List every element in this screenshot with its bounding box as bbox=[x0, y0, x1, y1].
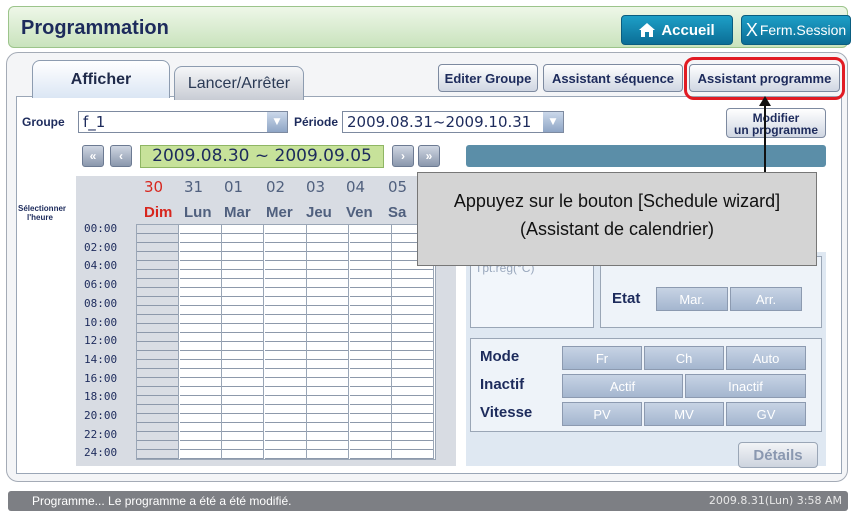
state-off-button[interactable]: Arr. bbox=[730, 287, 802, 311]
day-name: Ven bbox=[346, 204, 373, 221]
callout-line2: (Assistant de calendrier) bbox=[519, 219, 715, 239]
group-label: Groupe bbox=[22, 115, 65, 129]
schedule-cells[interactable] bbox=[136, 224, 436, 460]
day-column[interactable] bbox=[264, 225, 307, 459]
speed-label: Vitesse bbox=[480, 404, 533, 421]
hour-label: 10:00 bbox=[84, 315, 118, 329]
tab-lancer-arreter[interactable]: Lancer/Arrêter bbox=[174, 66, 304, 100]
highlight-box bbox=[684, 57, 845, 100]
modify-program-button[interactable]: Modifier un programme bbox=[726, 108, 826, 138]
modify-line2: un programme bbox=[733, 123, 818, 137]
status-datetime: 2009.8.31(Lun) 3:58 AM bbox=[708, 494, 842, 507]
day-column[interactable] bbox=[179, 225, 222, 459]
state-on-button[interactable]: Mar. bbox=[656, 287, 728, 311]
idle-inactive-button[interactable]: Inactif bbox=[685, 374, 806, 398]
sequence-wizard-button[interactable]: Assistant séquence bbox=[543, 64, 683, 92]
speed-pv-button[interactable]: PV bbox=[562, 402, 642, 426]
callout-box: Appuyez sur le bouton [Schedule wizard] … bbox=[417, 172, 817, 266]
close-icon: X bbox=[745, 19, 758, 40]
idle-label: Inactif bbox=[480, 376, 525, 393]
logout-label: Ferm.Session bbox=[759, 22, 847, 38]
page-title: Programmation bbox=[21, 17, 169, 39]
mode-auto-button[interactable]: Auto bbox=[726, 346, 806, 370]
speed-gv-button[interactable]: GV bbox=[726, 402, 806, 426]
hour-label: 22:00 bbox=[84, 427, 118, 441]
mode-label: Mode bbox=[480, 348, 520, 365]
day-number: 02 bbox=[266, 178, 286, 196]
day-column[interactable] bbox=[349, 225, 392, 459]
last-week-button[interactable]: » bbox=[418, 145, 440, 167]
callout-arrow bbox=[764, 100, 766, 173]
hour-label: 04:00 bbox=[84, 259, 118, 273]
status-bar-strip bbox=[466, 145, 826, 167]
mode-fr-button[interactable]: Fr bbox=[562, 346, 642, 370]
first-week-button[interactable]: « bbox=[82, 145, 104, 167]
tab-afficher[interactable]: Afficher bbox=[32, 60, 170, 98]
dropdown-icon: ▼ bbox=[543, 112, 563, 132]
hour-label: 16:00 bbox=[84, 371, 118, 385]
hour-label: 06:00 bbox=[84, 278, 118, 292]
day-name: Lun bbox=[184, 204, 212, 221]
hour-label: 18:00 bbox=[84, 390, 118, 404]
idle-active-button[interactable]: Actif bbox=[562, 374, 683, 398]
app-window: Programmation Accueil X Ferm.Session Aff… bbox=[0, 0, 856, 513]
day-name: Mer bbox=[266, 204, 293, 221]
status-bar: Programme... Le programme a été a été mo… bbox=[8, 491, 848, 511]
group-value: f_1 bbox=[83, 113, 106, 131]
hour-label: 08:00 bbox=[84, 296, 118, 310]
day-number: 04 bbox=[346, 178, 366, 196]
day-number: 30 bbox=[144, 178, 164, 196]
day-name: Jeu bbox=[306, 204, 332, 221]
day-column[interactable] bbox=[222, 225, 264, 459]
day-name: Sa bbox=[388, 204, 407, 221]
day-number: 05 bbox=[388, 178, 408, 196]
prev-week-button[interactable]: ‹ bbox=[110, 145, 132, 167]
hour-label: 12:00 bbox=[84, 334, 118, 348]
day-number: 31 bbox=[184, 178, 204, 196]
day-name: Dim bbox=[144, 204, 173, 221]
speed-mv-button[interactable]: MV bbox=[644, 402, 724, 426]
week-range: 2009.08.30 ~ 2009.09.05 bbox=[140, 145, 384, 168]
details-button[interactable]: Détails bbox=[738, 442, 818, 468]
home-button[interactable]: Accueil bbox=[621, 15, 733, 45]
dropdown-icon: ▼ bbox=[267, 112, 287, 132]
next-week-button[interactable]: › bbox=[392, 145, 414, 167]
hour-label: 00:00 bbox=[84, 222, 118, 235]
day-column[interactable] bbox=[307, 225, 349, 459]
period-select[interactable]: 2009.08.31~2009.10.31 ▼ bbox=[342, 111, 564, 133]
hour-label: 20:00 bbox=[84, 409, 118, 422]
home-icon bbox=[639, 23, 656, 37]
setpoint-box: Tpt.reg(°C) bbox=[470, 256, 594, 328]
day-number: 03 bbox=[306, 178, 326, 196]
group-select[interactable]: f_1 ▼ bbox=[78, 111, 288, 133]
hour-label: 24:00 bbox=[84, 446, 118, 460]
arrow-head-icon bbox=[759, 96, 771, 106]
title-bar: Programmation Accueil X Ferm.Session bbox=[8, 6, 851, 48]
period-label: Période bbox=[294, 115, 339, 129]
hour-label: 02:00 bbox=[84, 240, 118, 254]
day-number: 01 bbox=[224, 178, 244, 196]
state-label: Etat bbox=[612, 290, 641, 307]
mode-ch-button[interactable]: Ch bbox=[644, 346, 724, 370]
callout-line1: Appuyez sur le bouton [Schedule wizard] bbox=[453, 191, 781, 211]
select-time-label: Sélectionner l'heure bbox=[18, 204, 67, 222]
edit-group-button[interactable]: Editer Groupe bbox=[438, 64, 538, 92]
day-name: Mar bbox=[224, 204, 251, 221]
hour-label: 14:00 bbox=[84, 352, 118, 366]
status-message: Programme... Le programme a été a été mo… bbox=[32, 494, 292, 508]
logout-button[interactable]: X Ferm.Session bbox=[741, 15, 851, 45]
day-column[interactable] bbox=[137, 225, 179, 459]
home-label: Accueil bbox=[661, 21, 715, 39]
period-value: 2009.08.31~2009.10.31 bbox=[347, 113, 532, 131]
